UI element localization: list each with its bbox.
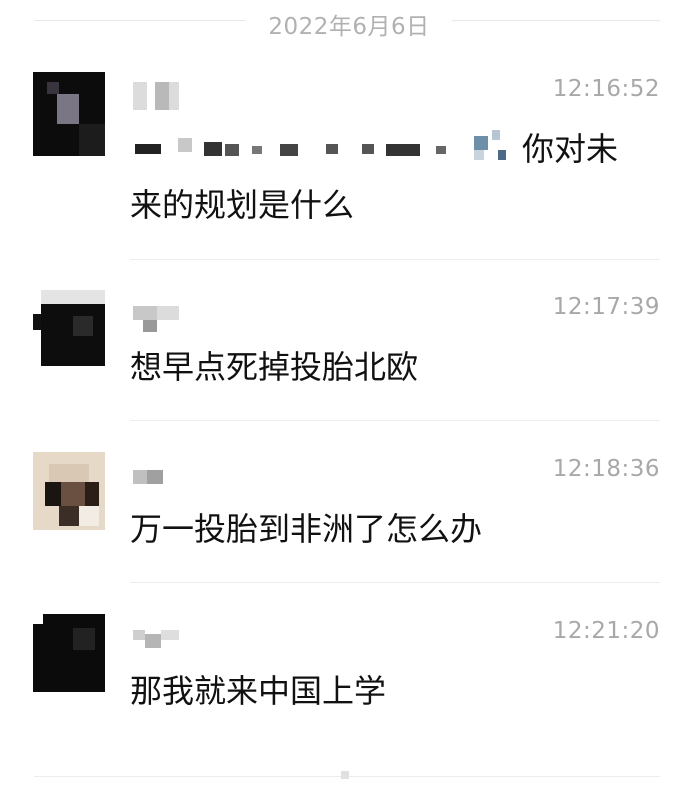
message-time: 12:21:20: [552, 618, 660, 644]
message-text-visible: 你对未: [522, 130, 619, 168]
message-time: 12:18:36: [552, 456, 660, 482]
avatar[interactable]: [33, 614, 105, 698]
message-text-line: 来的规划是什么: [130, 186, 355, 224]
message-separator: [130, 420, 660, 421]
redacted-text: [130, 130, 522, 160]
sender-name: [133, 470, 193, 500]
chat-message: 12:16:52 你对未 来的规划是什么: [0, 72, 693, 262]
chat-message: 12:17:39 想早点死掉投胎北欧: [0, 290, 693, 421]
message-text[interactable]: 想早点死掉投胎北欧: [130, 342, 650, 392]
sender-name: [133, 630, 193, 660]
message-text[interactable]: 那我就来中国上学: [130, 666, 650, 716]
avatar[interactable]: [33, 452, 105, 536]
chat-message: 12:21:20 那我就来中国上学: [0, 614, 693, 744]
message-separator: [130, 259, 660, 260]
message-text[interactable]: 你对未: [130, 124, 650, 174]
date-divider: 2022年6月6日: [0, 0, 693, 42]
divider-line: [34, 20, 246, 21]
divider-line: [452, 20, 660, 21]
chat-message: 12:18:36 万一投胎到非洲了怎么办: [0, 452, 693, 583]
date-label: 2022年6月6日: [268, 14, 430, 40]
sender-name: [133, 82, 193, 112]
message-separator: [130, 582, 660, 583]
message-text[interactable]: 万一投胎到非洲了怎么办: [130, 504, 650, 554]
avatar[interactable]: [33, 72, 105, 156]
message-time: 12:17:39: [552, 294, 660, 320]
list-end-dot: [341, 771, 349, 779]
avatar[interactable]: [33, 290, 105, 374]
sender-name: [133, 306, 193, 336]
message-time: 12:16:52: [552, 76, 660, 102]
